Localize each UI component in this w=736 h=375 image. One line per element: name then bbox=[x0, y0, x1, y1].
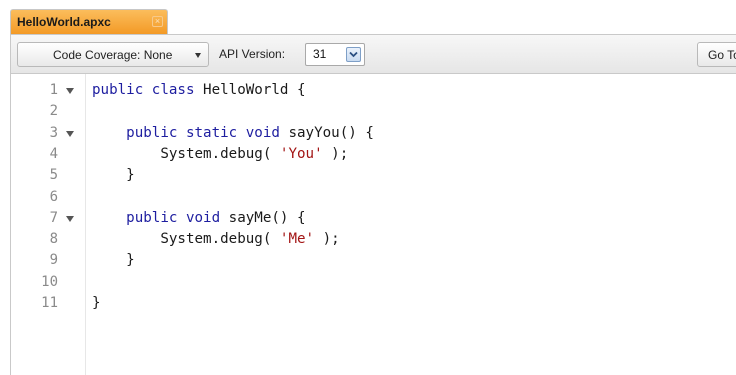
line-number: 3 bbox=[49, 124, 58, 141]
line-number: 2 bbox=[49, 103, 58, 120]
code-token: System.debug( bbox=[92, 145, 280, 162]
code-token: } bbox=[92, 167, 135, 184]
line-number: 9 bbox=[49, 252, 58, 269]
code-text: } bbox=[92, 167, 135, 183]
code-text: System.debug( 'You' ); bbox=[92, 146, 348, 162]
tab-label: HelloWorld.apxc bbox=[17, 15, 111, 29]
code-token: } bbox=[92, 252, 135, 269]
fold-toggle-icon[interactable] bbox=[66, 130, 74, 137]
code-line[interactable]: 7 public void sayMe() { bbox=[11, 208, 727, 229]
code-token: ); bbox=[322, 145, 349, 162]
keyword-token: public class bbox=[92, 82, 195, 98]
line-number: 5 bbox=[49, 167, 58, 184]
fold-toggle-icon[interactable] bbox=[66, 88, 74, 94]
code-token: sayMe() { bbox=[220, 209, 306, 226]
code-text: } bbox=[92, 295, 101, 311]
code-text: public void sayMe() { bbox=[92, 209, 306, 226]
code-line[interactable]: 8 System.debug( 'Me' ); bbox=[11, 229, 727, 250]
fold-toggle-icon[interactable] bbox=[66, 215, 74, 222]
code-token: ); bbox=[314, 231, 340, 248]
line-number: 10 bbox=[41, 273, 58, 290]
line-number: 7 bbox=[49, 209, 58, 226]
code-line[interactable]: 11} bbox=[11, 293, 727, 314]
line-number: 1 bbox=[49, 82, 58, 98]
string-token: 'Me' bbox=[279, 231, 315, 248]
go-to-button[interactable]: Go To bbox=[697, 42, 736, 67]
caret-down-icon bbox=[195, 53, 201, 58]
tab-helloworld-apxc[interactable]: HelloWorld.apxc × bbox=[10, 9, 168, 34]
code-line[interactable]: 5 } bbox=[11, 165, 727, 186]
code-line[interactable]: 4 System.debug( 'You' ); bbox=[11, 144, 727, 165]
code-text: public class HelloWorld { bbox=[92, 82, 306, 98]
line-number: 8 bbox=[49, 231, 58, 248]
string-token: 'You' bbox=[279, 145, 323, 162]
code-line[interactable]: 6 bbox=[11, 187, 727, 208]
code-line[interactable]: 10 bbox=[11, 272, 727, 293]
code-token: } bbox=[92, 295, 101, 311]
line-number: 11 bbox=[41, 295, 58, 311]
keyword-token: public void bbox=[126, 209, 221, 226]
close-icon[interactable]: × bbox=[152, 16, 163, 27]
editor-tab-bar: HelloWorld.apxc × bbox=[0, 0, 736, 34]
code-line[interactable]: 3 public static void sayYou() { bbox=[11, 123, 727, 144]
chevron-down-icon[interactable] bbox=[346, 47, 361, 62]
code-text: public static void sayYou() { bbox=[92, 125, 374, 141]
code-line[interactable]: 9 } bbox=[11, 250, 727, 271]
code-text: System.debug( 'Me' ); bbox=[92, 231, 340, 248]
code-line[interactable]: 1 public class HelloWorld { bbox=[11, 80, 727, 101]
code-line[interactable]: 2 bbox=[11, 101, 727, 122]
editor-toolbar: Code Coverage: None API Version: 31 Go T… bbox=[10, 34, 736, 74]
code-token: System.debug( bbox=[92, 231, 280, 248]
line-number: 6 bbox=[49, 188, 58, 205]
code-token: HelloWorld { bbox=[194, 82, 306, 98]
code-token: sayYou() { bbox=[279, 124, 374, 141]
go-to-label: Go To bbox=[708, 48, 736, 62]
code-coverage-label: Code Coverage: None bbox=[53, 48, 173, 62]
line-number: 4 bbox=[49, 145, 58, 162]
code-editor[interactable]: 1 public class HelloWorld { 2 3 public stat… bbox=[10, 74, 736, 375]
code-text: } bbox=[92, 252, 135, 268]
code-coverage-dropdown[interactable]: Code Coverage: None bbox=[17, 42, 209, 67]
api-version-select[interactable]: 31 bbox=[305, 43, 365, 66]
keyword-token: public static void bbox=[126, 124, 280, 141]
api-version-value: 31 bbox=[313, 47, 327, 61]
api-version-label: API Version: bbox=[219, 47, 286, 61]
